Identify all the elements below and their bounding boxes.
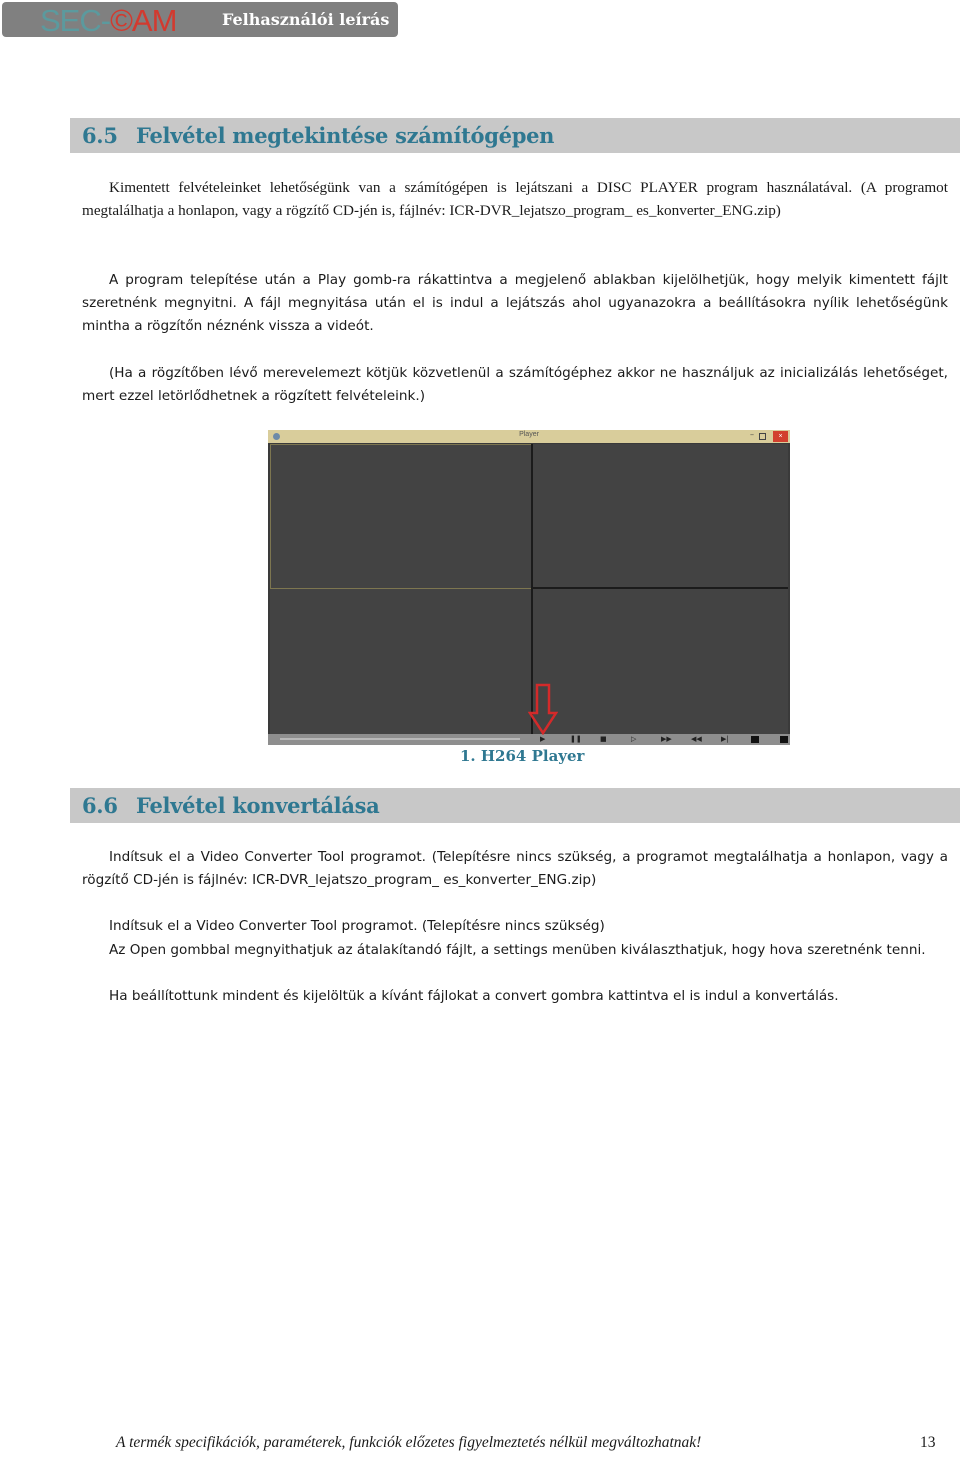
section-number: 6.6 — [82, 793, 118, 818]
paragraph-text: Ha beállítottunk mindent és kijelöltük a… — [109, 988, 839, 1004]
red-arrow-down-icon — [528, 683, 558, 735]
paragraph-text: Indítsuk el a Video Converter Tool progr… — [109, 918, 605, 934]
paragraph: Indítsuk el a Video Converter Tool progr… — [82, 846, 948, 892]
seek-bar[interactable] — [280, 738, 520, 740]
video-pane-3[interactable] — [270, 589, 531, 734]
section-title: Felvétel megtekintése számítógépen — [136, 123, 555, 148]
video-pane-1[interactable] — [270, 444, 532, 589]
paragraph-text: (Ha a rögzítőben lévő merevelemezt kötjü… — [82, 365, 948, 404]
video-pane-2[interactable] — [533, 444, 788, 589]
video-pane-4[interactable] — [533, 589, 788, 734]
fast-forward-icon[interactable]: ▶▶ — [661, 735, 672, 743]
paragraph-text: Az Open gombbal megnyithatjuk az átalakí… — [109, 942, 926, 958]
play-icon[interactable]: ▶ — [540, 735, 545, 743]
logo-text-cam: ©AM — [110, 3, 177, 38]
header-banner: SEC-©AM Felhasználói leírás — [2, 2, 398, 37]
section-heading-6-5: 6.5 Felvétel megtekintése számítógépen — [70, 118, 960, 153]
stop-icon[interactable]: ■ — [600, 735, 607, 743]
paragraph-text: Indítsuk el a Video Converter Tool progr… — [82, 849, 948, 888]
paragraph: Az Open gombbal megnyithatjuk az átalakí… — [82, 939, 948, 962]
section-heading-6-6: 6.6 Felvétel konvertálása — [70, 788, 960, 823]
minimize-icon[interactable]: – — [750, 430, 754, 439]
logo-text-sec: SEC- — [40, 3, 111, 38]
paragraph: (Ha a rögzítőben lévő merevelemezt kötjü… — [82, 362, 948, 408]
paragraph: Indítsuk el a Video Converter Tool progr… — [82, 915, 948, 938]
rewind-icon[interactable]: ◀◀ — [691, 735, 702, 743]
section-number: 6.5 — [82, 123, 118, 148]
footer-disclaimer: A termék specifikációk, paraméterek, fun… — [116, 1434, 702, 1451]
pane-divider — [533, 587, 788, 589]
section-title: Felvétel konvertálása — [136, 793, 380, 818]
paragraph: Kimentett felvételeinket lehetőségünk va… — [82, 176, 948, 222]
figure-caption: 1. H264 Player — [460, 747, 585, 765]
paragraph-text: Kimentett felvételeinket lehetőségünk va… — [82, 179, 948, 219]
player-window-title: Player — [519, 431, 539, 438]
step-forward-icon[interactable]: ▷ — [631, 735, 636, 743]
fullscreen-icon[interactable] — [751, 736, 759, 743]
paragraph: A program telepítése után a Play gomb-ra… — [82, 269, 948, 338]
player-control-bar: ▶ ❚❚ ■ ▷ ▶▶ ◀◀ ▶| — [268, 734, 790, 745]
snapshot-icon[interactable] — [780, 736, 788, 743]
paragraph-text: A program telepítése után a Play gomb-ra… — [82, 272, 948, 334]
close-icon[interactable]: × — [773, 431, 788, 442]
player-titlebar: Player – × — [268, 430, 790, 443]
pause-icon[interactable]: ❚❚ — [570, 735, 582, 743]
paragraph: Ha beállítottunk mindent és kijelöltük a… — [82, 985, 948, 1008]
next-frame-icon[interactable]: ▶| — [721, 735, 729, 743]
document-title: Felhasználói leírás — [222, 10, 390, 29]
sec-cam-logo: SEC-©AM — [40, 3, 177, 38]
maximize-icon[interactable] — [759, 433, 766, 440]
page-number: 13 — [920, 1434, 936, 1451]
